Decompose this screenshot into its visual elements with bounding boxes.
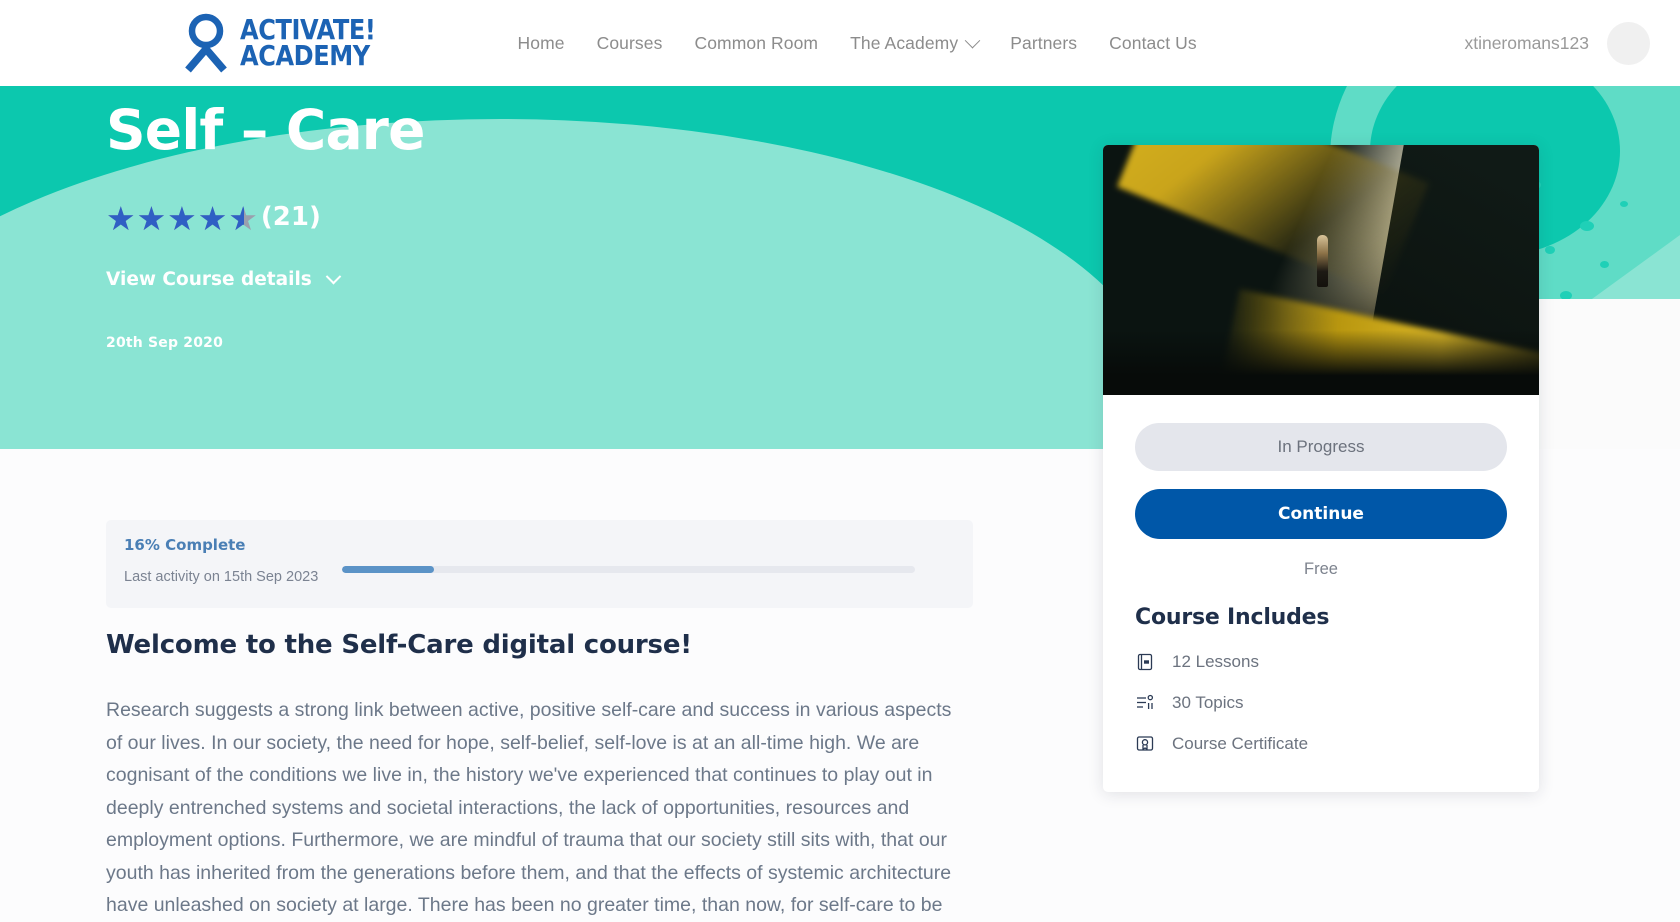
avatar[interactable] [1607, 21, 1650, 65]
topics-list-icon [1135, 693, 1155, 713]
certificate-icon [1135, 734, 1155, 754]
nav-item-partners[interactable]: Partners [1010, 33, 1077, 54]
site-header: ACTIVATE! ACADEMY Home Courses Common Ro… [0, 0, 1680, 86]
list-item-label: Course Certificate [1172, 734, 1309, 753]
view-course-details-label: View Course details [106, 269, 312, 290]
continue-button[interactable]: Continue [1135, 489, 1507, 539]
nav-label: Home [517, 32, 565, 53]
nav-label: The Academy [850, 32, 959, 53]
chevron-down-icon [964, 32, 981, 48]
list-item: 30 Topics [1135, 693, 1507, 713]
course-sidebar-card: In Progress Continue Free Course Include… [1103, 145, 1539, 792]
content-heading: Welcome to the Self-Care digital course! [106, 630, 692, 660]
nav-item-home[interactable]: Home [518, 33, 565, 54]
progress-percent-label: 16% Complete [124, 536, 246, 554]
course-price: Free [1304, 560, 1338, 578]
logo-line-2: ACADEMY [240, 39, 370, 72]
nav-label: Partners [1010, 32, 1078, 53]
list-item: 12 Lessons [1135, 652, 1507, 672]
main-navigation: Home Courses Common Room The Academy Par… [518, 32, 1197, 54]
list-item-label: 12 Lessons [1172, 652, 1259, 671]
progress-bar-fill [342, 566, 434, 573]
nav-item-courses[interactable]: Courses [597, 33, 663, 54]
nav-label: Contact Us [1109, 32, 1197, 53]
course-includes-list: 12 Lessons 30 Topics Course Certificate [1135, 652, 1507, 754]
course-page: ACTIVATE! ACADEMY Home Courses Common Ro… [0, 0, 1680, 922]
course-progress-card: 16% Complete Last activity on 15th Sep 2… [106, 520, 973, 608]
list-item: Course Certificate [1135, 734, 1507, 754]
chevron-down-icon [325, 268, 342, 285]
progress-bar-track [342, 566, 915, 573]
nav-label: Common Room [694, 32, 819, 53]
user-menu[interactable]: xtineromans123 [1464, 21, 1650, 65]
course-thumbnail-image [1103, 145, 1539, 395]
site-logo[interactable]: ACTIVATE! ACADEMY [183, 13, 398, 73]
username-label: xtineromans123 [1464, 32, 1589, 53]
course-status-badge: In Progress [1135, 423, 1507, 471]
rating-count: (21) [260, 202, 321, 232]
content-paragraph: Research suggests a strong link between … [106, 699, 952, 916]
lesson-book-icon [1135, 652, 1155, 672]
nav-label: Courses [596, 32, 663, 53]
list-item-label: 30 Topics [1172, 693, 1244, 712]
nav-item-common-room[interactable]: Common Room [694, 33, 818, 54]
star-rating-icon: ★★★★★ ★★★★★ [106, 200, 259, 237]
activate-academy-logo-icon [183, 13, 229, 73]
course-includes-heading: Course Includes [1135, 605, 1330, 630]
nav-item-contact-us[interactable]: Contact Us [1109, 33, 1197, 54]
course-status-label: In Progress [1277, 437, 1365, 456]
nav-item-the-academy[interactable]: The Academy [850, 32, 981, 54]
continue-button-label: Continue [1278, 504, 1364, 524]
